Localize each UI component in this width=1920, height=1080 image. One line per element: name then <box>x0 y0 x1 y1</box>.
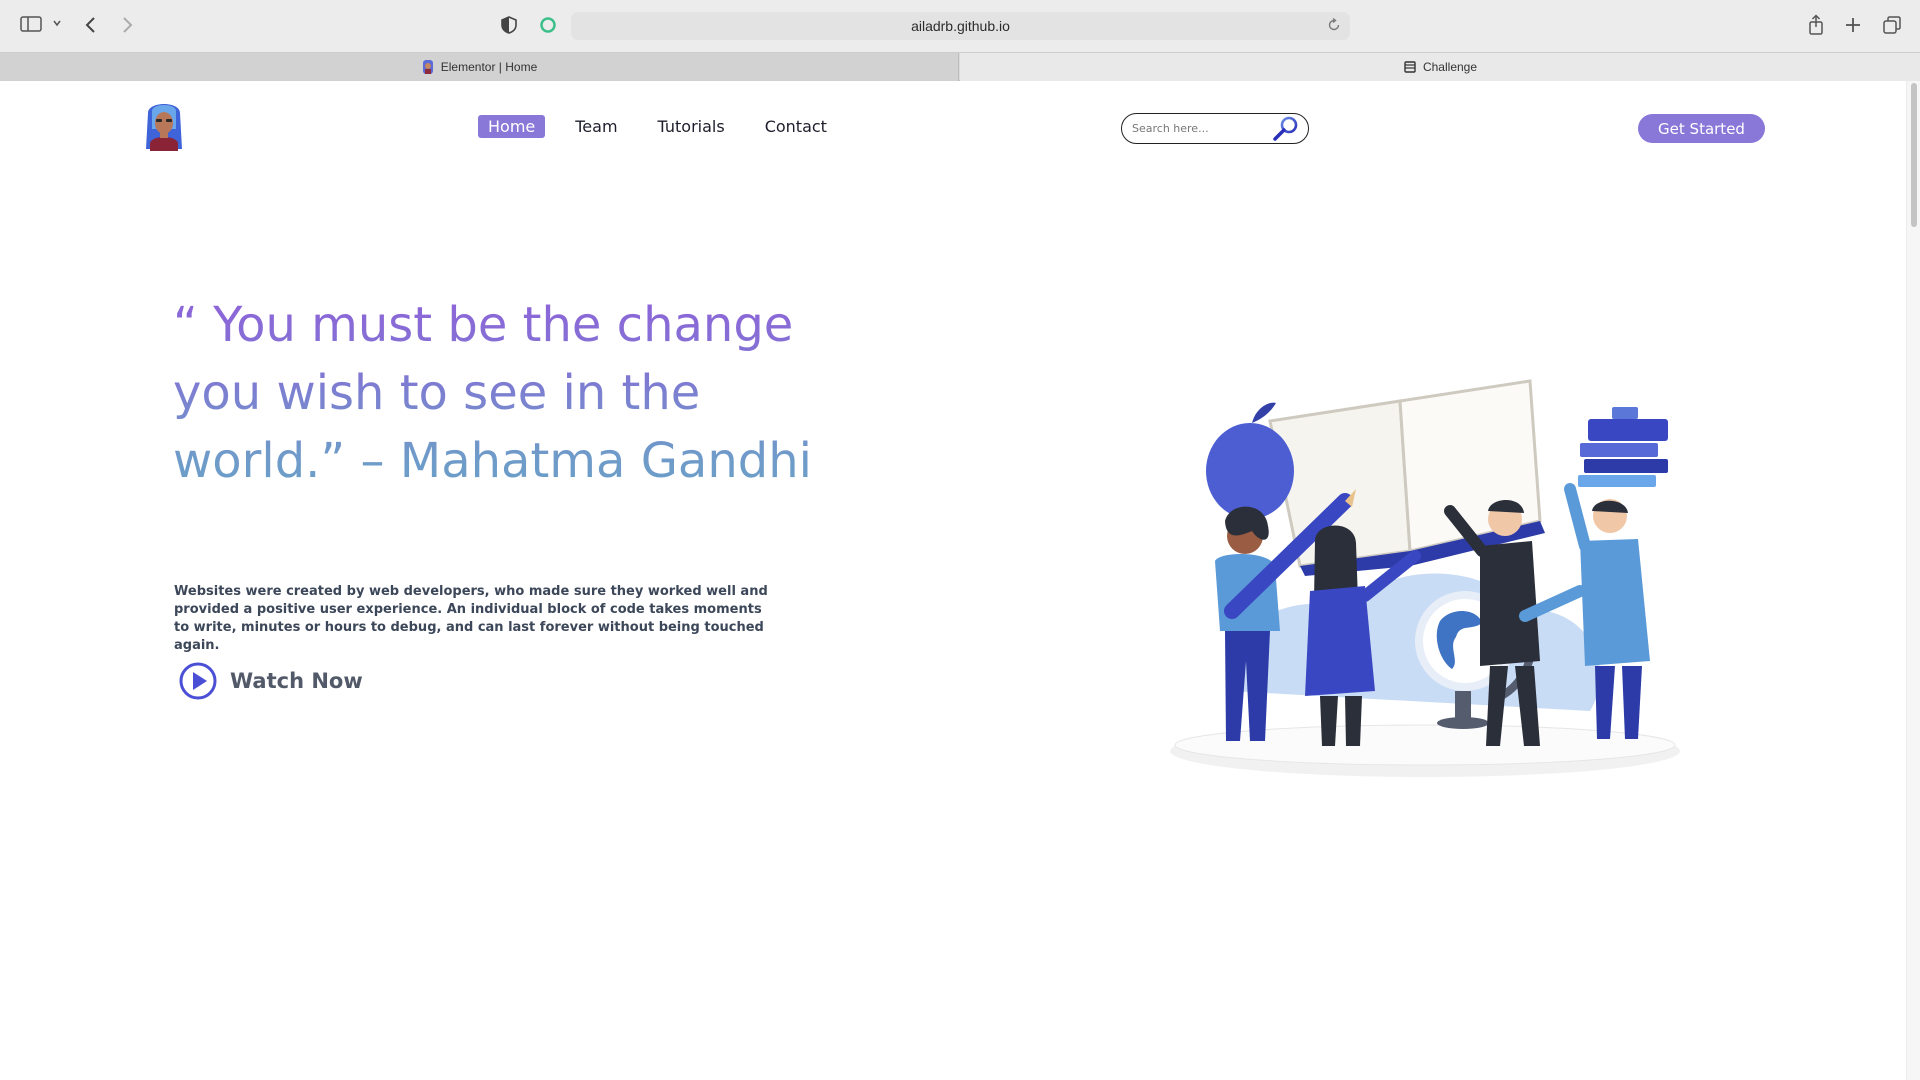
site-logo-avatar[interactable] <box>138 99 190 151</box>
scrollbar-thumb[interactable] <box>1911 83 1917 227</box>
search-icon[interactable] <box>1272 116 1300 146</box>
tab-challenge[interactable]: Challenge <box>960 53 1920 81</box>
get-started-button[interactable]: Get Started <box>1638 114 1765 143</box>
page-scrollbar[interactable] <box>1906 81 1920 1080</box>
search-box <box>1121 113 1309 144</box>
nav-home[interactable]: Home <box>478 115 546 138</box>
hero-quote: “ You must be the change you wish to see… <box>173 291 813 495</box>
tab-elementor-home[interactable]: Elementor | Home <box>0 53 959 81</box>
web-page: Home Team Tutorials Contact Get Started … <box>0 81 1906 1080</box>
back-icon[interactable] <box>82 15 100 35</box>
nav-tutorials[interactable]: Tutorials <box>648 115 735 138</box>
browser-toolbar: ailadrb.github.io <box>0 0 1920 52</box>
tab-overview-icon[interactable] <box>1882 15 1902 35</box>
watch-now-label: Watch Now <box>230 669 363 693</box>
search-input[interactable] <box>1132 122 1272 135</box>
hero-description: Websites were created by web developers,… <box>174 584 768 653</box>
address-bar[interactable]: ailadrb.github.io <box>571 12 1350 40</box>
nav-contact[interactable]: Contact <box>755 115 837 138</box>
new-tab-icon[interactable] <box>1844 16 1862 34</box>
share-icon[interactable] <box>1807 14 1825 36</box>
main-nav: Home Team Tutorials Contact <box>478 115 857 138</box>
hero-illustration <box>1160 361 1690 781</box>
nav-team[interactable]: Team <box>565 115 627 138</box>
tab-favicon-avatar-icon <box>421 60 435 74</box>
extension-icon[interactable] <box>539 16 557 34</box>
forward-icon[interactable] <box>118 15 136 35</box>
url-text: ailadrb.github.io <box>911 18 1010 34</box>
tab-strip: Elementor | Home Challenge <box>0 52 1920 81</box>
privacy-shield-icon[interactable] <box>500 16 518 34</box>
watch-now-button[interactable]: Watch Now <box>178 661 363 701</box>
chevron-down-icon[interactable] <box>52 18 62 28</box>
tab-title: Elementor | Home <box>440 60 538 74</box>
play-icon <box>178 661 218 701</box>
reload-icon[interactable] <box>1326 17 1342 37</box>
sidebar-icon[interactable] <box>20 15 42 33</box>
tab-favicon-book-icon <box>1403 60 1417 74</box>
tab-title: Challenge <box>1422 60 1478 74</box>
